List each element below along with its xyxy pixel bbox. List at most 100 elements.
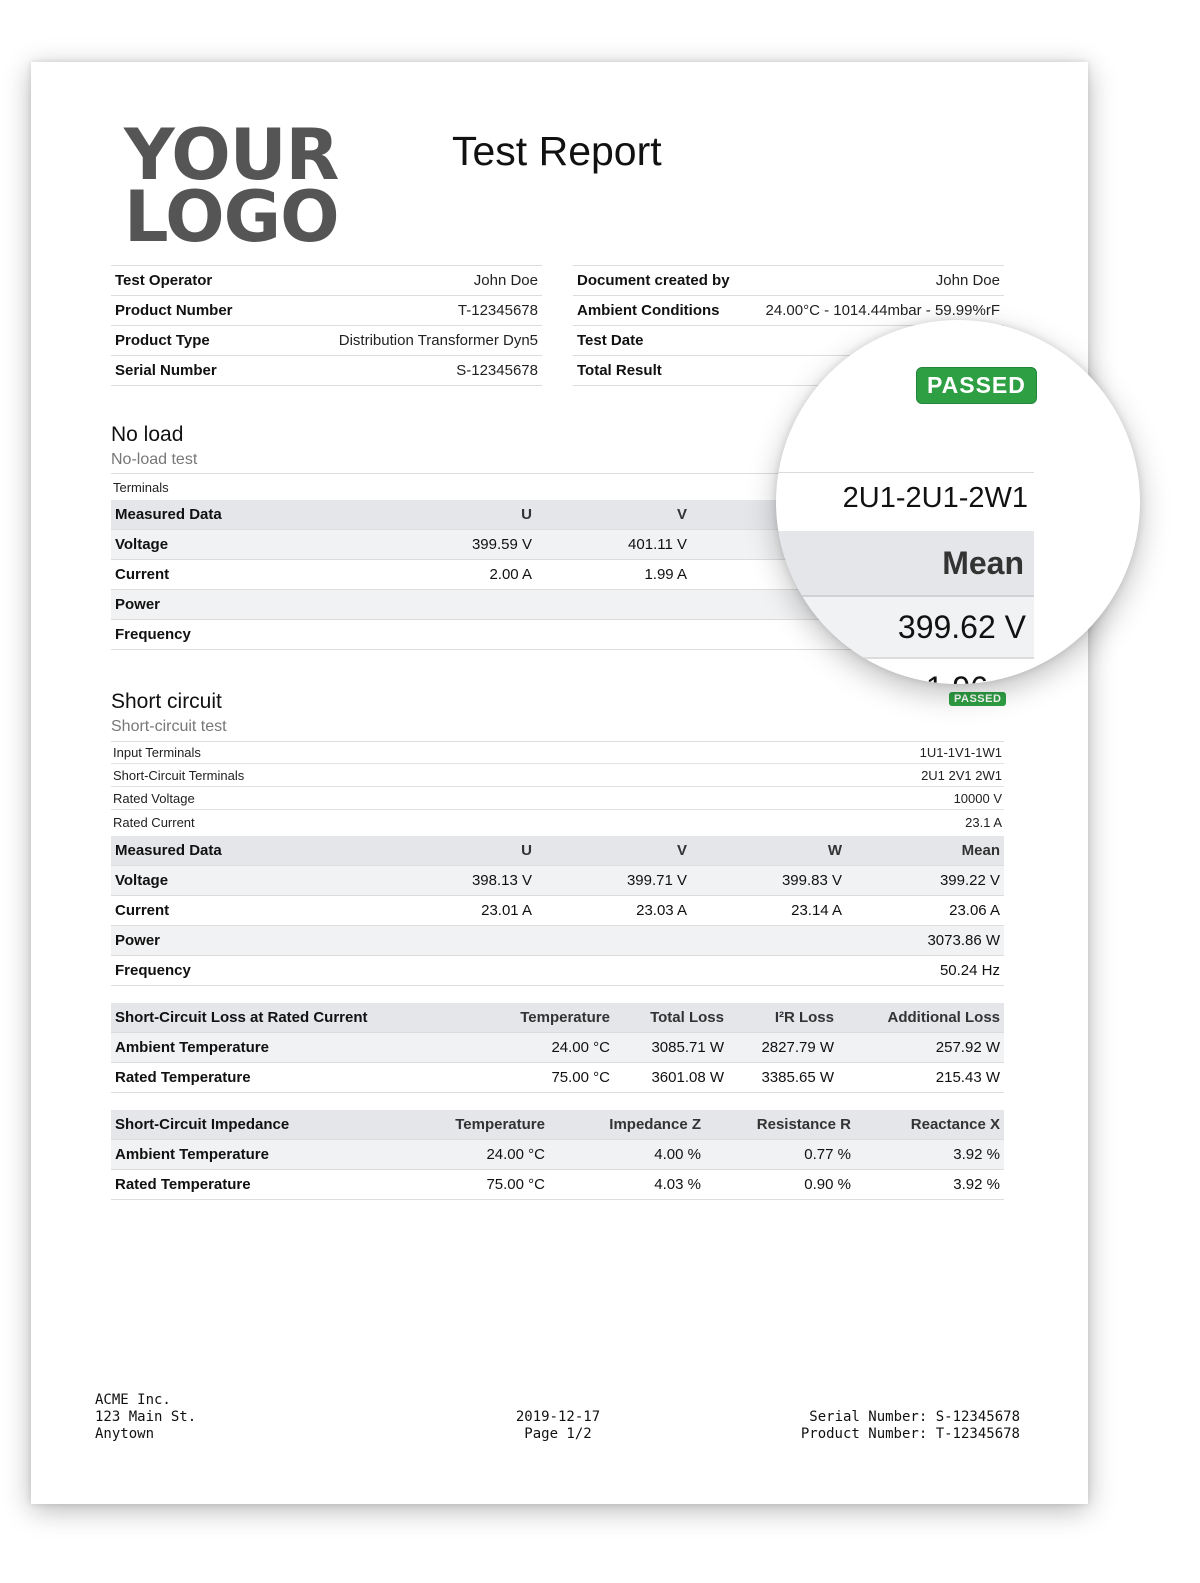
column-header: Resistance R xyxy=(705,1110,855,1140)
cell: 0.90 % xyxy=(705,1169,855,1200)
info-key: Test Operator xyxy=(115,272,213,289)
column-header: Temperature xyxy=(466,1003,614,1033)
cell: 3073.86 W xyxy=(846,925,1004,956)
table-row: Rated Temperature 75.00 °C 3601.08 W 3385.6… xyxy=(111,1062,1004,1093)
info-value: S-12345678 xyxy=(456,362,538,379)
cell: 23.03 A xyxy=(536,895,691,926)
footer-serial-number: Serial Number: S-12345678 xyxy=(809,1409,1020,1425)
info-value: John Doe xyxy=(473,272,538,289)
cell xyxy=(381,619,536,650)
short-circuit-title: Short circuit xyxy=(111,690,222,713)
row-label: Voltage xyxy=(111,865,381,896)
cell: 3601.08 W xyxy=(614,1062,728,1093)
cell: 0.77 % xyxy=(705,1139,855,1170)
cell xyxy=(381,955,536,986)
cell: 3.92 % xyxy=(855,1169,1004,1200)
footer-company-name: ACME Inc. xyxy=(95,1392,171,1408)
info-key: Product Number xyxy=(115,302,233,319)
info-row: Short-Circuit Terminals 2U1 2V1 2W1 xyxy=(111,765,1004,787)
row-label: Voltage xyxy=(111,529,381,560)
column-header: Additional Loss xyxy=(838,1003,1004,1033)
magnifier-loupe: PASSED 2U1-2U1-2W1 Mean 399.62 V 1.96 xyxy=(776,320,1140,684)
cell: 3.92 % xyxy=(855,1139,1004,1170)
cell: 3385.65 W xyxy=(728,1062,838,1093)
footer-page-number: Page 1/2 xyxy=(524,1426,592,1442)
info-key: Rated Voltage xyxy=(113,791,195,806)
cell: 398.13 V xyxy=(381,865,536,896)
table-row: Ambient Temperature 24.00 °C 4.00 % 0.77 % 3… xyxy=(111,1139,1004,1170)
column-header: V xyxy=(536,500,691,530)
footer-date-page: 2019-12-17 Page 1/2 xyxy=(481,1409,635,1443)
footer-identifiers: Serial Number: S-12345678 Product Number… xyxy=(801,1409,1020,1443)
logo-line-2: LOGO xyxy=(124,176,340,258)
report-page: YOUR LOGO Test Report Test Operator John … xyxy=(31,62,1088,1504)
info-key: Input Terminals xyxy=(113,745,201,760)
info-value: 1U1-1V1-1W1 xyxy=(919,745,1002,760)
row-label: Power xyxy=(111,925,381,956)
info-row: Input Terminals 1U1-1V1-1W1 xyxy=(111,742,1004,764)
divider xyxy=(776,472,1034,473)
info-key: Short-Circuit Terminals xyxy=(113,768,245,783)
table-header: Measured Data U V W Mean xyxy=(111,836,1004,866)
no-load-title: No load xyxy=(111,423,184,446)
footer-product-number: Product Number: T-12345678 xyxy=(800,1426,1020,1442)
column-header: Measured Data xyxy=(111,836,381,866)
cell xyxy=(381,925,536,956)
row-label: Current xyxy=(111,895,381,926)
company-logo: YOUR LOGO xyxy=(124,120,340,258)
cell xyxy=(536,955,691,986)
cell: 399.71 V xyxy=(536,865,691,896)
info-value: 23.1 A xyxy=(965,814,1002,830)
row-label: Ambient Temperature xyxy=(111,1032,466,1063)
info-value: John Doe xyxy=(935,272,1000,289)
magnified-voltage-mean: 399.62 V xyxy=(897,609,1026,645)
column-header: U xyxy=(381,836,536,866)
info-key: Rated Current xyxy=(113,814,195,830)
footer-street: 123 Main St. xyxy=(95,1409,197,1425)
cell: 4.03 % xyxy=(549,1169,705,1200)
cell: 24.00 °C xyxy=(466,1032,614,1063)
column-header: Short-Circuit Impedance xyxy=(111,1110,407,1140)
table-row: Power 3073.86 W xyxy=(111,925,1004,956)
magnified-current-mean: 1.96 xyxy=(926,670,988,684)
short-circuit-passed-badge: PASSED xyxy=(949,692,1007,706)
short-circuit-subtitle: Short-circuit test xyxy=(111,718,227,735)
cell: 23.01 A xyxy=(381,895,536,926)
short-circuit-measured-table: Measured Data U V W Mean Voltage 398.13 V… xyxy=(111,836,1004,986)
footer-date: 2019-12-17 xyxy=(515,1409,601,1425)
column-header: Temperature xyxy=(407,1110,549,1140)
cell: 75.00 °C xyxy=(466,1062,614,1093)
info-key: Total Result xyxy=(577,362,662,379)
cell xyxy=(381,589,536,620)
info-key: Serial Number xyxy=(115,362,217,379)
magnified-row: 399.62 V xyxy=(776,597,1034,659)
cell: 399.83 V xyxy=(691,865,846,896)
terminals-label: Terminals xyxy=(113,479,169,495)
cell: 4.00 % xyxy=(549,1139,705,1170)
cell xyxy=(536,619,691,650)
row-label: Frequency xyxy=(111,619,381,650)
cell: 24.00 °C xyxy=(407,1139,549,1170)
info-value: 24.00°C - 1014.44mbar - 59.99%rF xyxy=(765,302,1000,319)
info-row: Document created by John Doe xyxy=(573,266,1004,296)
cell: 257.92 W xyxy=(838,1032,1004,1063)
cell: 75.00 °C xyxy=(407,1169,549,1200)
column-header: Short-Circuit Loss at Rated Current xyxy=(111,1003,466,1033)
info-value: 10000 V xyxy=(953,791,1002,806)
magnified-row: 1.96 xyxy=(776,660,1034,684)
total-result-passed-badge: PASSED xyxy=(916,367,1037,404)
cell: 1.99 A xyxy=(536,559,691,590)
cell xyxy=(691,925,846,956)
column-header: Measured Data xyxy=(111,500,381,530)
column-header: Total Loss xyxy=(614,1003,728,1033)
cell: 2827.79 W xyxy=(728,1032,838,1063)
row-label: Rated Temperature xyxy=(111,1062,466,1093)
column-header: W xyxy=(691,836,846,866)
info-row: Rated Voltage 10000 V xyxy=(111,788,1004,810)
info-row: Rated Current 23.1 A xyxy=(111,811,1004,833)
table-row: Ambient Temperature 24.00 °C 3085.71 W 2827… xyxy=(111,1032,1004,1063)
info-key: Product Type xyxy=(115,332,210,349)
cell: 3085.71 W xyxy=(614,1032,728,1063)
cell: 50.24 Hz xyxy=(846,955,1004,986)
no-load-subtitle: No-load test xyxy=(111,451,198,468)
